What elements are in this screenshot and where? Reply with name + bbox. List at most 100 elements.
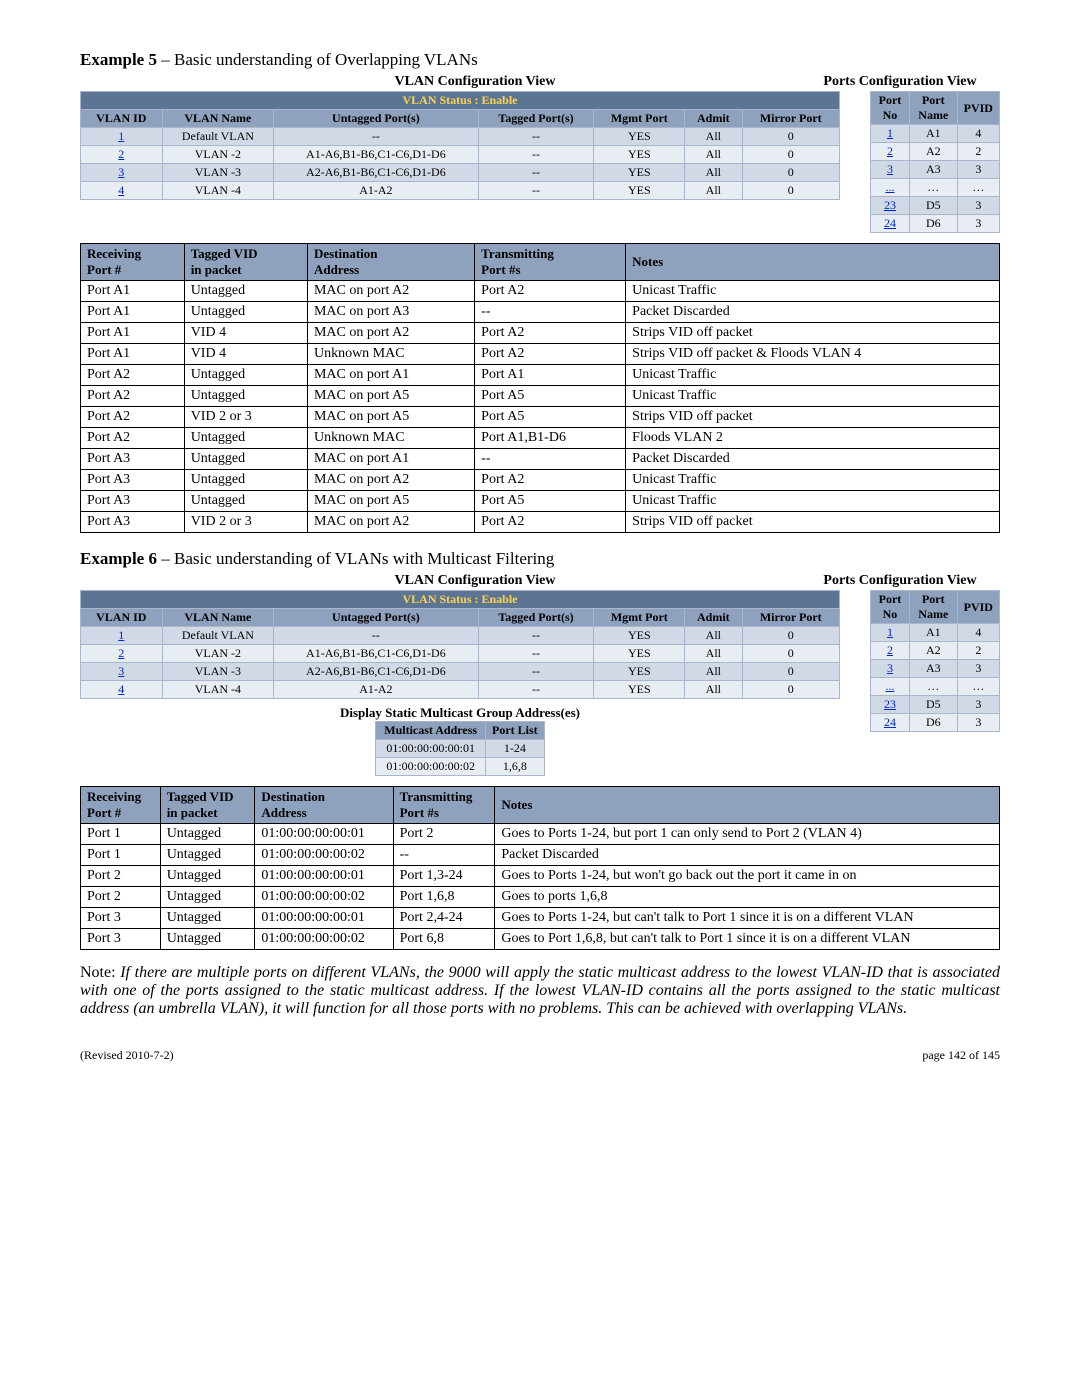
vlan-id-link[interactable]: 4 xyxy=(118,682,124,696)
traffic-cell: Strips VID off packet xyxy=(626,512,1000,533)
port-pvid-cell: 3 xyxy=(957,197,999,215)
port-no-cell: 3 xyxy=(871,660,910,678)
port-no-cell: ... xyxy=(871,179,910,197)
traffic-col-header: TransmittingPort #s xyxy=(475,244,626,281)
traffic-cell: Strips VID off packet & Floods VLAN 4 xyxy=(626,344,1000,365)
port-pvid-cell: 3 xyxy=(957,696,999,714)
traffic-cell: Port 2 xyxy=(81,866,161,887)
port-no-link[interactable]: 24 xyxy=(884,216,896,230)
traffic-cell: Port 3 xyxy=(81,929,161,950)
port-no-link[interactable]: 2 xyxy=(887,144,893,158)
traffic-cell: Port A2 xyxy=(475,281,626,302)
ports-row: ...…… xyxy=(871,179,1000,197)
vlan-admit-cell: All xyxy=(685,627,742,645)
ex5-traffic-table: ReceivingPort #Tagged VIDin packetDestin… xyxy=(80,243,1000,533)
vlan-name-cell: VLAN -3 xyxy=(162,663,274,681)
traffic-cell: Untagged xyxy=(184,386,307,407)
port-name-cell: D5 xyxy=(909,696,957,714)
port-no-link[interactable]: 3 xyxy=(887,661,893,675)
port-no-link[interactable]: 23 xyxy=(884,697,896,711)
traffic-cell: Port 1,6,8 xyxy=(393,887,495,908)
port-no-link[interactable]: ... xyxy=(885,679,894,693)
traffic-cell: Port A2 xyxy=(81,386,185,407)
traffic-row: Port A3UntaggedMAC on port A1--Packet Di… xyxy=(81,449,1000,470)
vlan-untagged-cell: -- xyxy=(274,128,478,146)
vlan-id-link[interactable]: 3 xyxy=(118,664,124,678)
vlan-mirror-cell: 0 xyxy=(742,128,840,146)
vlan-tagged-cell: -- xyxy=(478,182,594,200)
vlan-col-header: Untagged Port(s) xyxy=(274,110,478,128)
ports-col-header: PVID xyxy=(957,591,999,624)
vlan-id-link[interactable]: 4 xyxy=(118,183,124,197)
vlan-admit-cell: All xyxy=(685,681,742,699)
port-no-link[interactable]: 3 xyxy=(887,162,893,176)
port-no-cell: 1 xyxy=(871,125,910,143)
traffic-cell: Port A2 xyxy=(475,470,626,491)
traffic-cell: -- xyxy=(475,302,626,323)
vlan-id-link[interactable]: 1 xyxy=(118,628,124,642)
port-no-link[interactable]: 1 xyxy=(887,625,893,639)
vlan-id-link[interactable]: 2 xyxy=(118,646,124,660)
traffic-row: Port 3Untagged01:00:00:00:00:01Port 2,4-… xyxy=(81,908,1000,929)
traffic-cell: Untagged xyxy=(184,428,307,449)
vlan-admit-cell: All xyxy=(685,146,742,164)
traffic-cell: Port 2 xyxy=(393,824,495,845)
vlan-id-cell: 3 xyxy=(81,164,163,182)
vlan-tagged-cell: -- xyxy=(478,164,594,182)
ex6-traffic-table: ReceivingPort #Tagged VIDin packetDestin… xyxy=(80,786,1000,950)
traffic-row: Port A1UntaggedMAC on port A2Port A2Unic… xyxy=(81,281,1000,302)
port-no-link[interactable]: 24 xyxy=(884,715,896,729)
vlan-col-header: Mgmt Port xyxy=(594,609,685,627)
traffic-cell: 01:00:00:00:00:01 xyxy=(255,908,393,929)
example6-heading-rest: – Basic understanding of VLANs with Mult… xyxy=(157,549,554,568)
vlan-mgmt-cell: YES xyxy=(594,627,685,645)
port-name-cell: A2 xyxy=(909,143,957,161)
traffic-cell: 01:00:00:00:00:02 xyxy=(255,929,393,950)
traffic-row: Port 2Untagged01:00:00:00:00:02Port 1,6,… xyxy=(81,887,1000,908)
page-footer: (Revised 2010-7-2) page 142 of 145 xyxy=(80,1048,1000,1063)
vlan-admit-cell: All xyxy=(685,645,742,663)
port-no-link[interactable]: 2 xyxy=(887,643,893,657)
vlan-row: 2VLAN -2A1-A6,B1-B6,C1-C6,D1-D6--YESAll0 xyxy=(81,146,840,164)
vlan-id-link[interactable]: 2 xyxy=(118,147,124,161)
traffic-cell: Port A5 xyxy=(475,491,626,512)
traffic-cell: Untagged xyxy=(184,470,307,491)
traffic-cell: MAC on port A2 xyxy=(307,470,474,491)
traffic-cell: MAC on port A2 xyxy=(307,323,474,344)
vlan-name-cell: VLAN -2 xyxy=(162,645,274,663)
vlan-row: 4VLAN -4A1-A2--YESAll0 xyxy=(81,182,840,200)
port-no-link[interactable]: 23 xyxy=(884,198,896,212)
ports-row: 24D63 xyxy=(871,714,1000,732)
traffic-cell: Unicast Traffic xyxy=(626,491,1000,512)
ports-row: 1A14 xyxy=(871,624,1000,642)
port-no-link[interactable]: ... xyxy=(885,180,894,194)
mc-row: 01:00:00:00:00:021,6,8 xyxy=(376,758,544,776)
traffic-cell: Untagged xyxy=(160,845,255,866)
vlan-name-cell: VLAN -2 xyxy=(162,146,274,164)
traffic-cell: Port A2 xyxy=(81,365,185,386)
ports-row: 2A22 xyxy=(871,642,1000,660)
ex5-ports-table: Port NoPort NamePVID 1A142A223A33...……23… xyxy=(870,91,1000,233)
traffic-row: Port A1VID 4MAC on port A2Port A2Strips … xyxy=(81,323,1000,344)
traffic-cell: MAC on port A1 xyxy=(307,449,474,470)
vlan-tagged-cell: -- xyxy=(478,627,594,645)
vlan-id-link[interactable]: 1 xyxy=(118,129,124,143)
port-name-cell: A3 xyxy=(909,161,957,179)
traffic-cell: VID 2 or 3 xyxy=(184,512,307,533)
vlan-admit-cell: All xyxy=(685,182,742,200)
vlan-untagged-cell: A2-A6,B1-B6,C1-C6,D1-D6 xyxy=(274,164,478,182)
port-no-cell: 23 xyxy=(871,197,910,215)
vlan-tagged-cell: -- xyxy=(478,663,594,681)
port-name-cell: A1 xyxy=(909,125,957,143)
port-name-cell: … xyxy=(909,179,957,197)
traffic-cell: Untagged xyxy=(160,824,255,845)
port-no-link[interactable]: 1 xyxy=(887,126,893,140)
traffic-cell: Untagged xyxy=(184,365,307,386)
vlan-id-link[interactable]: 3 xyxy=(118,165,124,179)
traffic-row: Port A3UntaggedMAC on port A2Port A2Unic… xyxy=(81,470,1000,491)
ex5-vlan-status: VLAN Status : Enable xyxy=(81,92,840,110)
vlan-untagged-cell: A1-A2 xyxy=(274,182,478,200)
traffic-cell: 01:00:00:00:00:02 xyxy=(255,887,393,908)
note-body: If there are multiple ports on different… xyxy=(80,964,1000,1017)
ports-row: 24D63 xyxy=(871,215,1000,233)
